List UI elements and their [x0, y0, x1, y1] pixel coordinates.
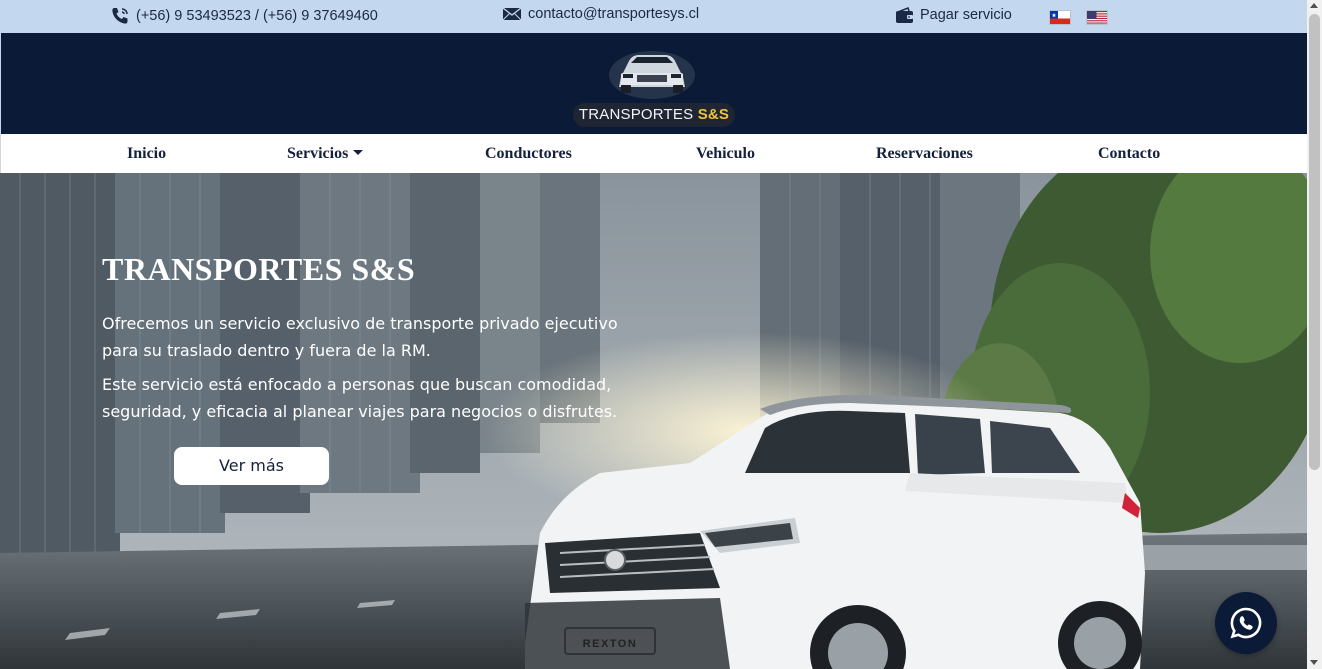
flag-usa-icon[interactable] — [1086, 10, 1108, 25]
page-scrollbar[interactable] — [1307, 0, 1322, 669]
whatsapp-icon — [1230, 607, 1262, 639]
email-address: contacto@transportesys.cl — [528, 6, 700, 22]
scroll-down-arrow-icon[interactable] — [1310, 660, 1318, 665]
site-logo[interactable]: TRANSPORTES S&S — [573, 47, 735, 127]
hero-description-1: Ofrecemos un servicio exclusivo de trans… — [102, 314, 618, 360]
scrollbar-thumb[interactable] — [1309, 14, 1320, 470]
logo-car-icon — [609, 51, 695, 99]
hero-description-2: Este servicio está enfocado a personas q… — [102, 375, 618, 421]
phone-numbers: (+56) 9 53493523 / (+56) 9 37649460 — [136, 8, 378, 24]
wallet-icon — [895, 6, 914, 24]
nav-item-contacto[interactable]: Contacto — [1098, 145, 1160, 163]
ver-mas-button[interactable]: Ver más — [174, 447, 329, 485]
hero-banner: REXTON TRANSPORTES S&S Ofrecemos un serv… — [0, 173, 1307, 669]
pay-service-label: Pagar servicio — [920, 7, 1012, 23]
nav-item-inicio[interactable]: Inicio — [127, 145, 166, 163]
envelope-icon — [502, 7, 522, 21]
nav-item-servicios[interactable]: Servicios — [287, 145, 364, 163]
logo-name: TRANSPORTES — [578, 106, 694, 123]
nav-item-reservaciones[interactable]: Reservaciones — [876, 145, 973, 163]
pay-service-link[interactable]: Pagar servicio — [895, 6, 1012, 24]
logo-wordmark: TRANSPORTES S&S — [573, 103, 735, 127]
nav-item-servicios-label: Servicios — [287, 145, 349, 162]
flag-chile-icon[interactable] — [1049, 10, 1071, 25]
whatsapp-button[interactable] — [1215, 592, 1277, 654]
scroll-up-arrow-icon[interactable] — [1310, 3, 1318, 8]
main-nav: Inicio Servicios Conductores Vehiculo Re… — [0, 134, 1307, 173]
hero-title: TRANSPORTES S&S — [102, 251, 416, 287]
license-plate-text: REXTON — [583, 638, 638, 650]
phone-icon — [110, 6, 130, 26]
nav-item-conductores[interactable]: Conductores — [485, 145, 572, 163]
logo-mark: S&S — [697, 106, 730, 123]
phone-contact[interactable]: (+56) 9 53493523 / (+56) 9 37649460 — [110, 6, 378, 26]
nav-item-vehiculo[interactable]: Vehiculo — [696, 145, 755, 163]
email-contact[interactable]: contacto@transportesys.cl — [502, 6, 699, 22]
site-header: TRANSPORTES S&S — [0, 33, 1307, 134]
contact-bar: (+56) 9 53493523 / (+56) 9 37649460 cont… — [0, 0, 1307, 33]
caret-down-icon — [353, 150, 364, 155]
